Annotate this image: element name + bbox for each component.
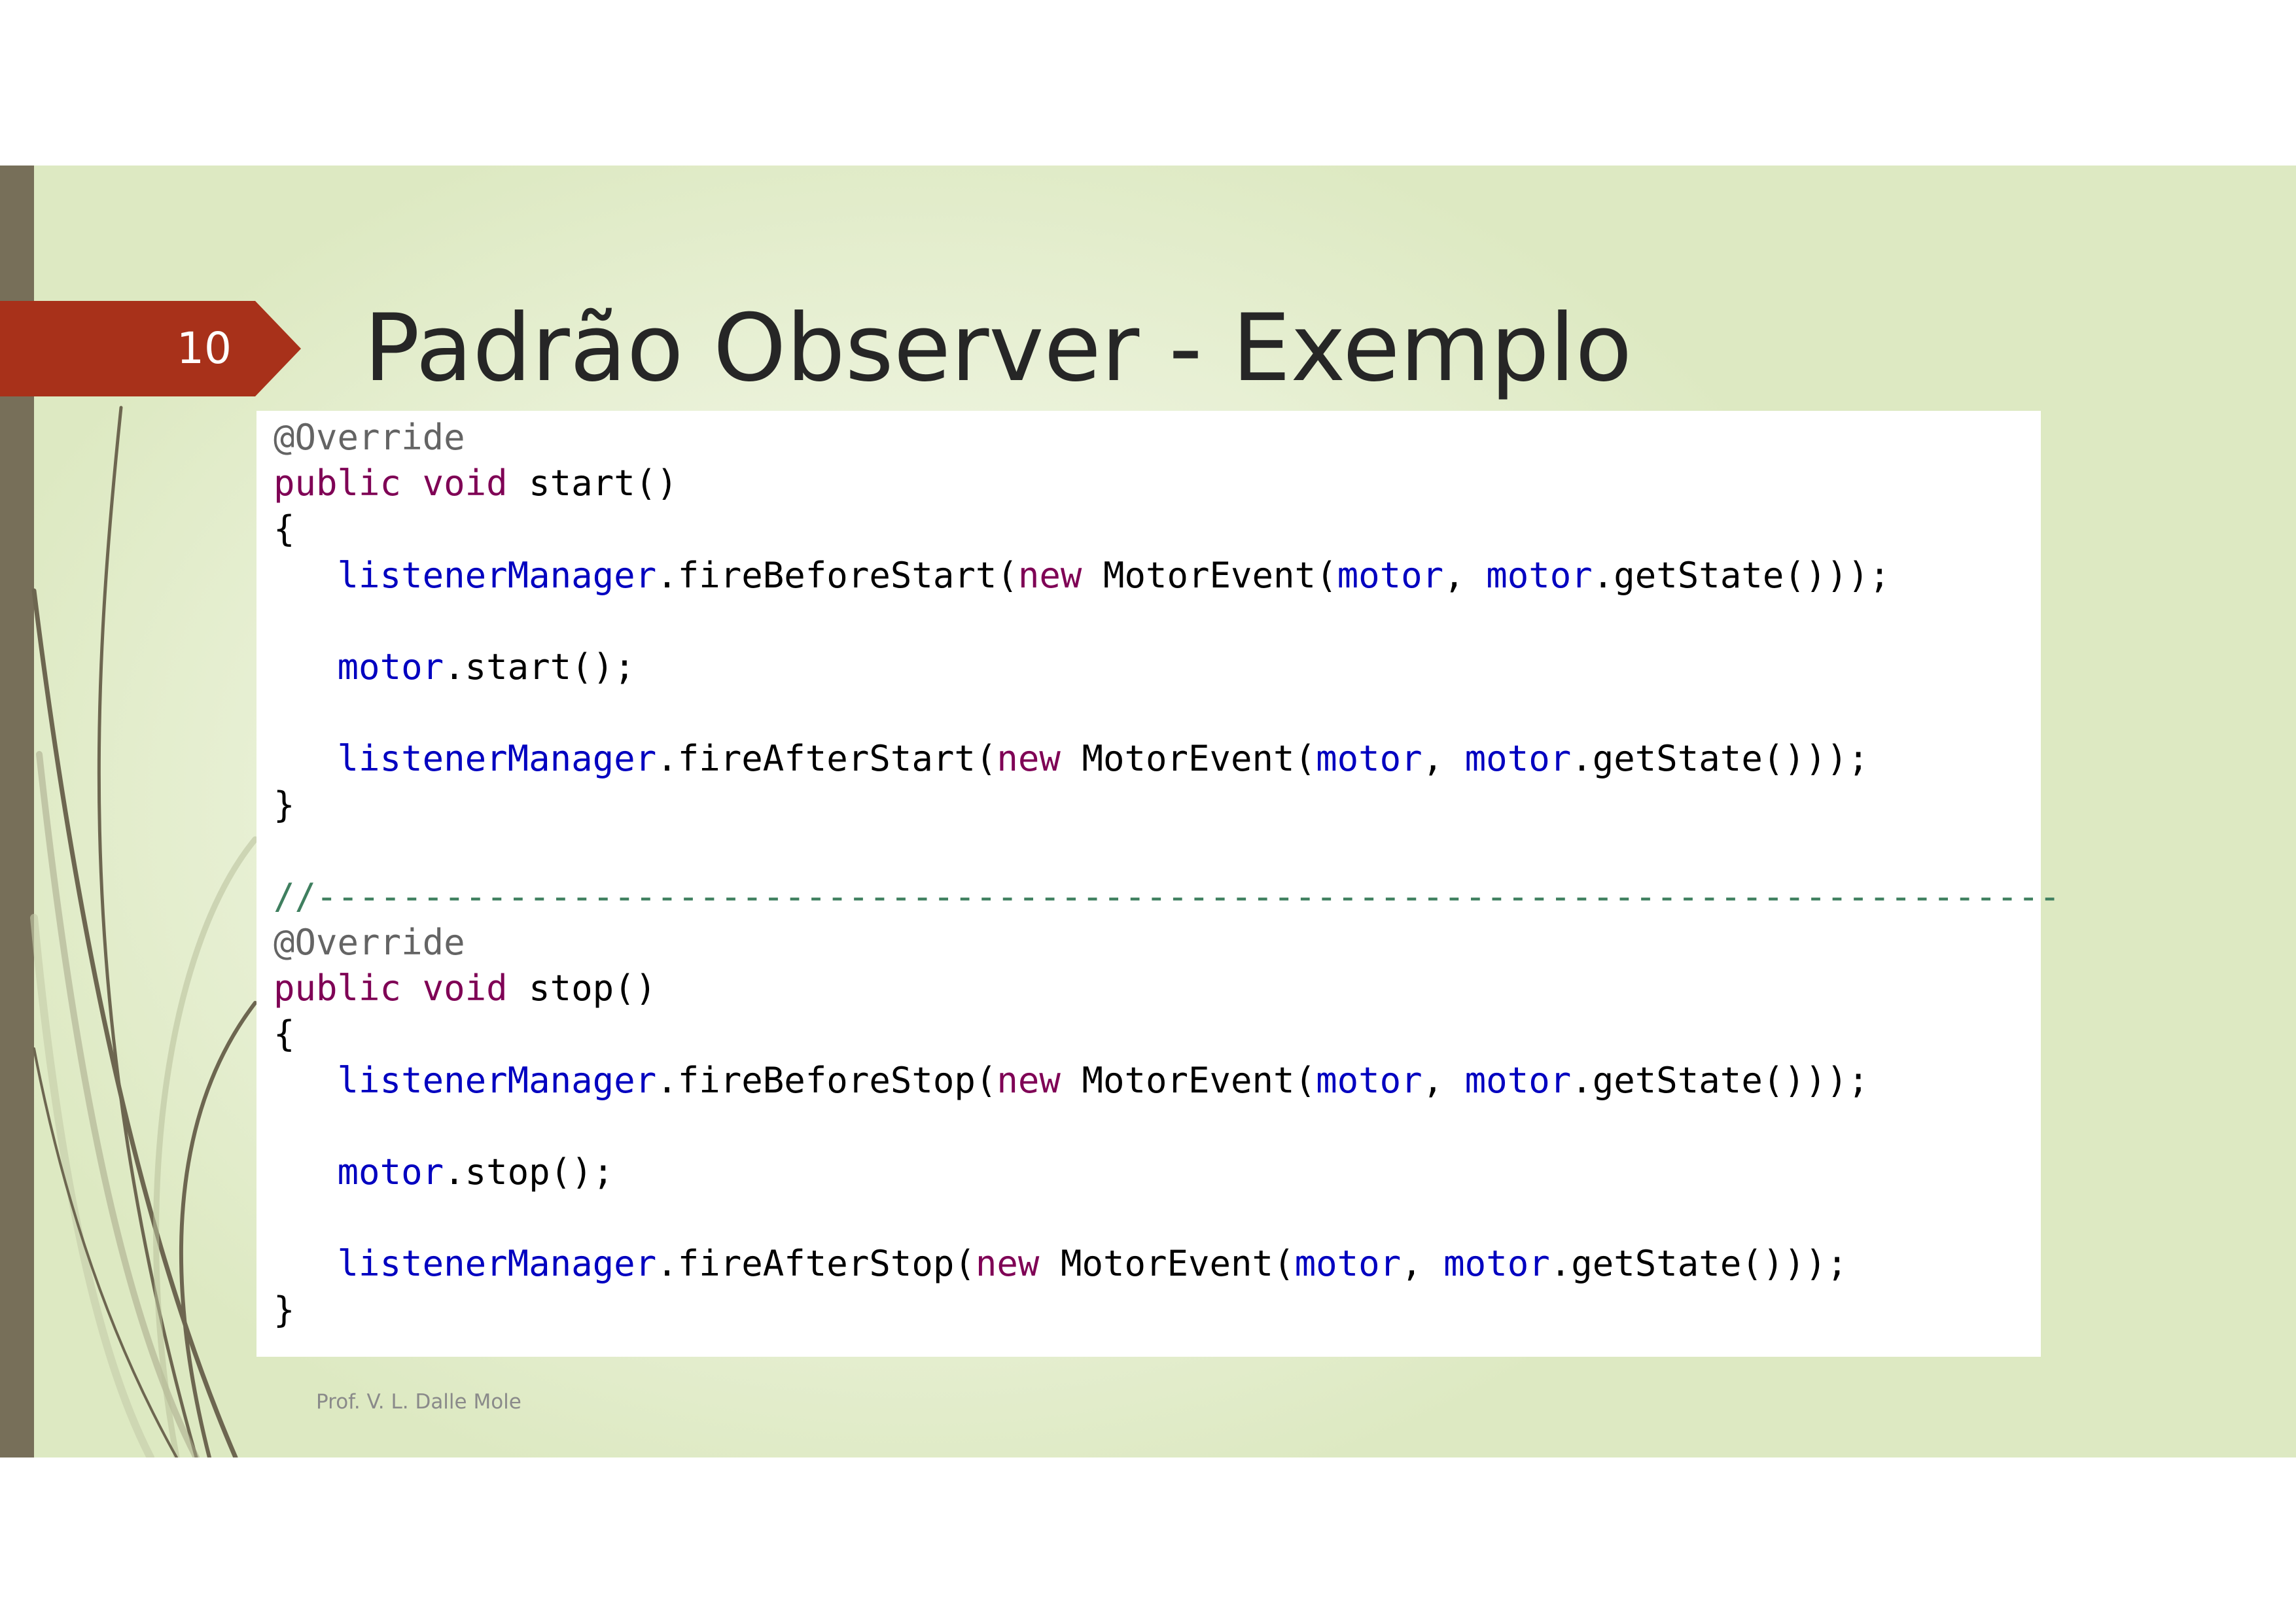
code-line: { xyxy=(274,506,2060,552)
code-token: } xyxy=(274,784,295,826)
code-line: listenerManager.fireAfterStart(new Motor… xyxy=(274,736,2060,782)
code-token: MotorEvent( xyxy=(1082,554,1337,596)
code-token: listenerManager xyxy=(337,554,657,596)
code-token: .start(); xyxy=(444,646,635,688)
code-token: motor xyxy=(1337,554,1444,596)
code-token: .getState())); xyxy=(1571,1059,1869,1101)
code-token: motor xyxy=(1294,1243,1402,1285)
code-token: { xyxy=(274,508,295,550)
code-token: , xyxy=(1443,554,1487,596)
code-token: MotorEvent( xyxy=(1039,1243,1295,1285)
code-token: stop() xyxy=(507,968,657,1009)
code-token: public xyxy=(274,462,402,504)
code-token: , xyxy=(1422,738,1465,780)
code-token: new xyxy=(975,1243,1040,1285)
code-token: .fireBeforeStart( xyxy=(656,554,1018,596)
code-token: void xyxy=(422,968,508,1009)
code-line: } xyxy=(274,1287,2060,1333)
code-token: , xyxy=(1422,1059,1465,1101)
code-token: } xyxy=(274,1289,295,1331)
code-line: @Override xyxy=(274,415,2060,461)
swirl-line xyxy=(36,751,200,1457)
code-token: MotorEvent( xyxy=(1060,1059,1316,1101)
slide-number: 10 xyxy=(177,323,232,374)
footer-author: Prof. V. L. Dalle Mole xyxy=(316,1390,521,1414)
code-text: @Override public void start(){ listenerMa… xyxy=(274,415,2060,1333)
code-line: motor.stop(); xyxy=(274,1149,2060,1195)
code-token: motor xyxy=(337,1151,444,1193)
code-token: motor xyxy=(1316,738,1422,780)
swirl-line xyxy=(30,914,154,1457)
code-token: start() xyxy=(507,462,678,504)
code-line: public void stop() xyxy=(274,966,2060,1011)
code-token: public xyxy=(274,968,402,1009)
code-token: listenerManager xyxy=(337,1243,657,1285)
code-token: .getState())); xyxy=(1571,738,1869,780)
swirl-line xyxy=(179,1001,257,1457)
code-token: motor xyxy=(337,646,444,688)
code-line: public void start() xyxy=(274,461,2060,506)
code-token: motor xyxy=(1486,554,1593,596)
code-line: @Override xyxy=(274,920,2060,966)
code-token: @Override xyxy=(274,417,465,458)
code-line: listenerManager.fireAfterStop(new MotorE… xyxy=(274,1241,2060,1287)
swirl-line xyxy=(31,588,238,1457)
code-token: .stop(); xyxy=(444,1151,614,1193)
code-token: //--------------------------------------… xyxy=(274,875,2060,917)
code-token: motor xyxy=(1316,1059,1422,1101)
code-block: @Override public void start(){ listenerMa… xyxy=(256,411,2060,1357)
code-token: void xyxy=(422,462,508,504)
code-token: .getState())); xyxy=(1549,1243,1848,1285)
slide-title: Padrão Observer - Exemplo xyxy=(364,294,1633,402)
code-token: .fireAfterStart( xyxy=(656,738,997,780)
code-token: { xyxy=(274,1013,295,1055)
code-line: listenerManager.fireBeforeStop(new Motor… xyxy=(274,1058,2060,1104)
code-token: , xyxy=(1401,1243,1444,1285)
code-line: { xyxy=(274,1011,2060,1057)
code-token: @Override xyxy=(274,922,465,964)
slide: 10 Padrão Observer - Exemplo @Override pu… xyxy=(0,166,2296,1457)
slide-number-badge: 10 xyxy=(0,301,301,396)
code-token: .getState())); xyxy=(1592,554,1890,596)
code-token: .fireBeforeStop( xyxy=(656,1059,997,1101)
code-line: listenerManager.fireBeforeStart(new Moto… xyxy=(274,553,2060,599)
code-token: motor xyxy=(1464,738,1572,780)
code-token: motor xyxy=(1464,1059,1572,1101)
code-token: new xyxy=(1017,554,1082,596)
code-token: listenerManager xyxy=(337,738,657,780)
code-line: motor.start(); xyxy=(274,644,2060,690)
code-token: .fireAfterStop( xyxy=(656,1243,976,1285)
code-token: listenerManager xyxy=(337,1059,657,1101)
code-token: new xyxy=(997,1059,1061,1101)
code-token: new xyxy=(997,738,1061,780)
code-line: } xyxy=(274,782,2060,828)
code-token: MotorEvent( xyxy=(1060,738,1316,780)
code-token: motor xyxy=(1443,1243,1550,1285)
code-line: //--------------------------------------… xyxy=(274,874,2060,920)
